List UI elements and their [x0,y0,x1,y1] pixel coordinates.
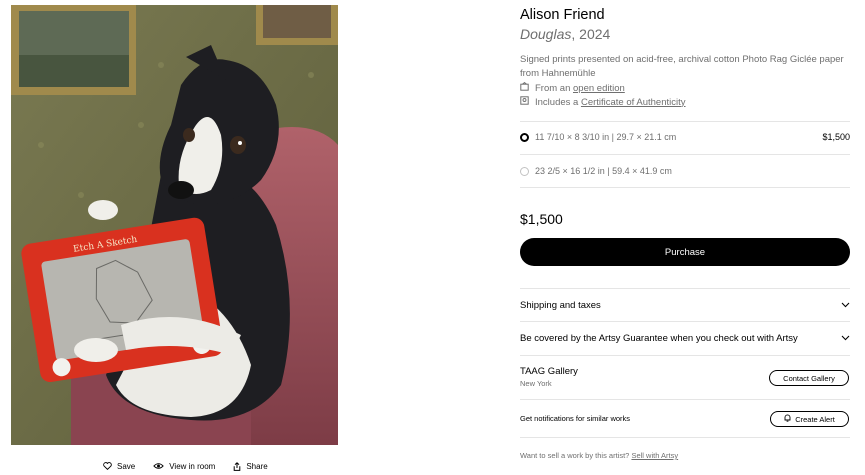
size-option-large[interactable]: 23 2/5 × 16 1/2 in | 59.4 × 41.9 cm [520,161,850,181]
divider [520,355,850,356]
guarantee-accordion[interactable]: Be covered by the Artsy Guarantee when y… [520,328,850,348]
size-label: 11 7/10 × 8 3/10 in | 29.7 × 21.1 cm [535,132,677,142]
shipping-taxes-accordion[interactable]: Shipping and taxes [520,295,850,315]
chevron-down-icon [841,333,850,344]
artwork-painting: Etch A Sketch [11,5,338,445]
divider [520,154,850,155]
sell-with-artsy-link[interactable]: Sell with Artsy [631,451,678,460]
artwork-title: Douglas, 2024 [520,26,610,42]
artist-name[interactable]: Alison Friend [520,7,605,23]
gallery-name[interactable]: TAAG Gallery [520,366,578,377]
divider [520,321,850,322]
artwork-year: , 2024 [571,26,611,42]
divider [520,121,850,122]
create-alert-label: Create Alert [795,414,835,424]
guarantee-label: Be covered by the Artsy Guarantee when y… [520,332,798,344]
radio-unselected-icon[interactable] [520,166,529,176]
artwork-actions: Save View in room Share [103,459,268,473]
save-button[interactable]: Save [103,462,135,471]
share-button[interactable]: Share [233,461,268,471]
view-in-room-label: View in room [169,461,216,471]
artwork-title-text: Douglas [520,26,572,42]
open-edition-link[interactable]: open edition [573,83,625,94]
eye-icon [153,462,164,470]
shipping-taxes-label: Shipping and taxes [520,299,601,311]
size-option-small[interactable]: 11 7/10 × 8 3/10 in | 29.7 × 21.1 cm $1,… [520,127,850,147]
heart-icon [103,462,112,470]
contact-gallery-label: Contact Gallery [783,373,835,383]
contact-gallery-button[interactable]: Contact Gallery [769,370,849,386]
size-label: 23 2/5 × 16 1/2 in | 59.4 × 41.9 cm [535,166,672,176]
save-label: Save [117,461,136,471]
size-price: $1,500 [822,132,850,142]
certificate-link[interactable]: Certificate of Authenticity [581,97,686,108]
sell-prefix: Want to sell a work by this artist? [520,451,632,460]
artwork-image[interactable]: Etch A Sketch [11,5,338,445]
artwork-description: Signed prints presented on acid-free, ar… [520,54,844,79]
share-label: Share [246,461,268,471]
create-alert-button[interactable]: Create Alert [770,411,849,427]
divider [520,187,850,188]
certificate-info: Includes a Certificate of Authenticity [520,96,686,108]
radio-selected-icon[interactable] [520,132,529,142]
divider [520,399,850,400]
edition-prefix: From an [535,82,574,94]
divider [520,437,850,438]
notifications-text: Get notifications for similar works [520,414,631,423]
chevron-down-icon [841,300,850,311]
purchase-button[interactable]: Purchase [520,238,850,266]
share-icon [233,461,241,471]
artwork-price: $1,500 [520,211,563,227]
sell-with-artsy-text: Want to sell a work by this artist? Sell… [520,451,678,460]
view-in-room-button[interactable]: View in room [153,462,215,471]
gallery-location: New York [520,379,552,388]
edition-info: From an open edition [520,81,625,94]
certificate-icon [520,96,529,108]
frame-icon [520,81,529,94]
divider [520,288,850,289]
certificate-prefix: Includes a [535,96,581,108]
bell-icon [784,414,791,424]
